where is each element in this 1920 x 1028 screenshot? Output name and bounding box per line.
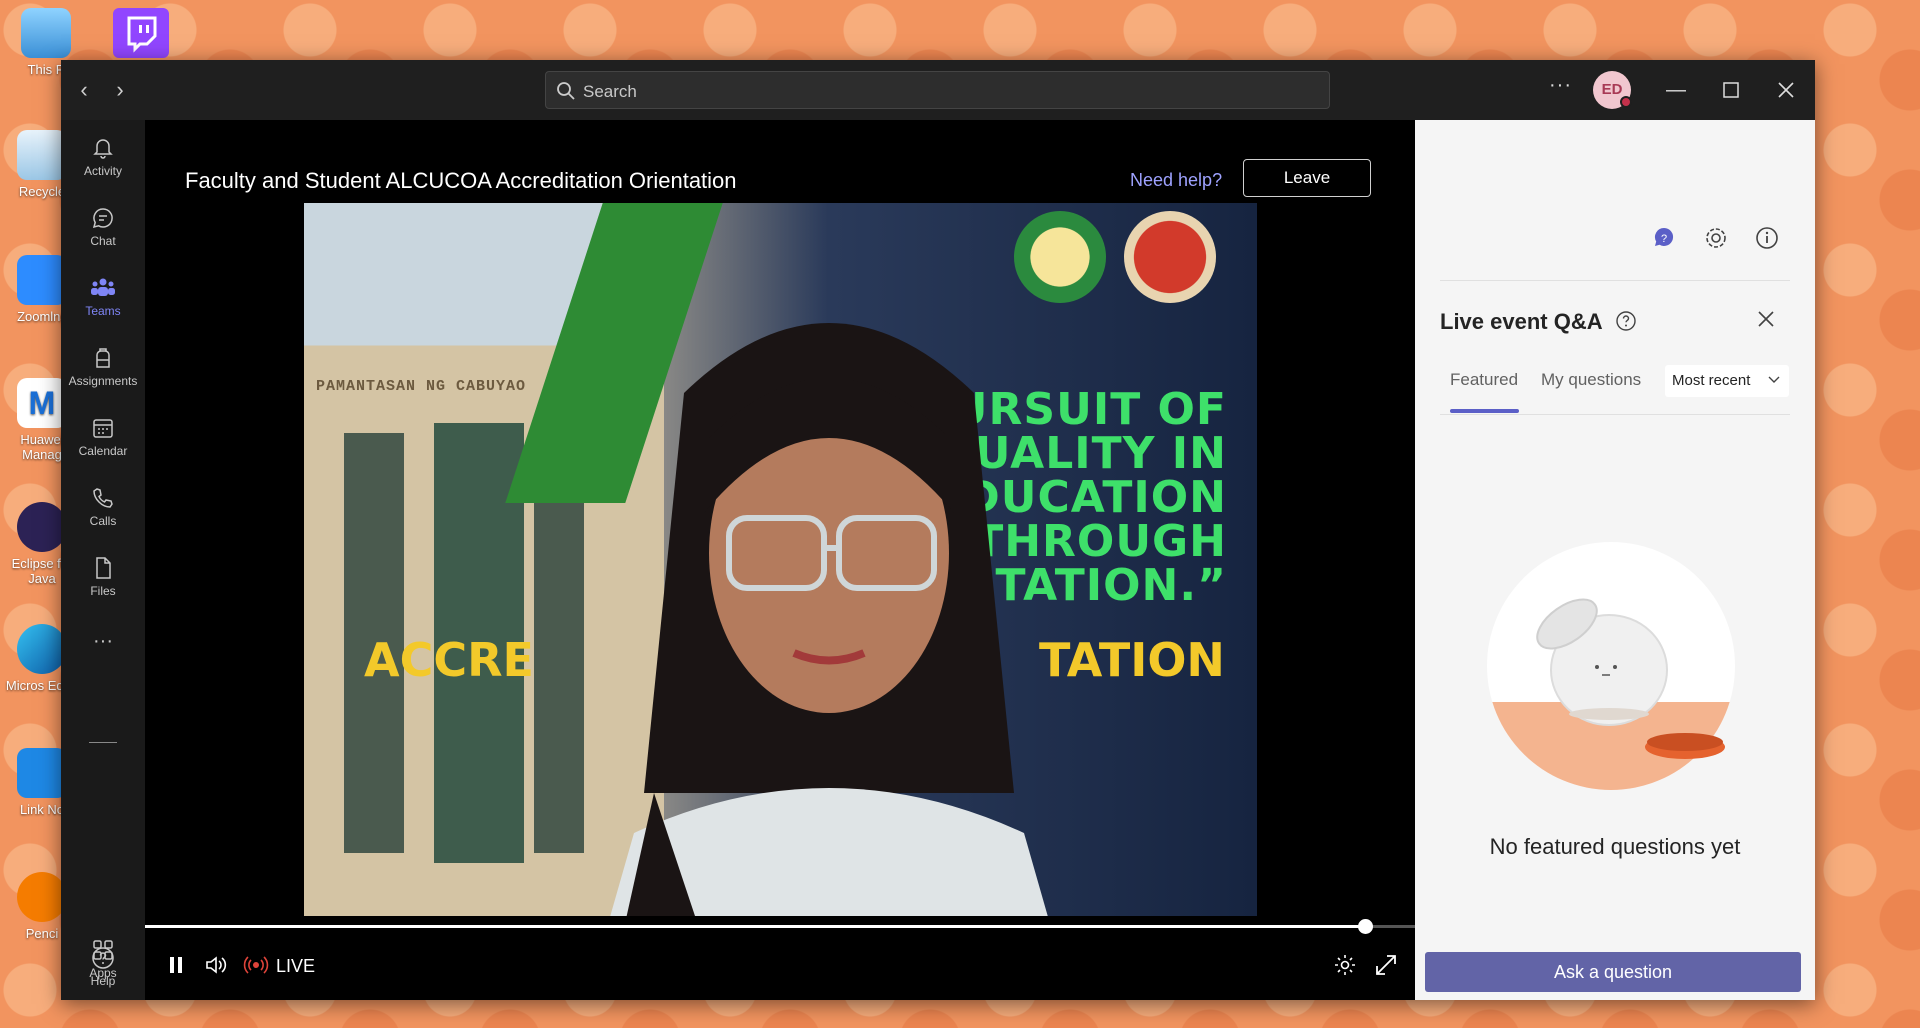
rail-item-calls[interactable]: Calls (61, 480, 145, 542)
banner-text-left: ACCRE (364, 633, 534, 687)
rail-item-help[interactable]: Help (61, 940, 145, 1002)
rail-item-files[interactable]: Files (61, 550, 145, 612)
desktop-icon-label: Recycle (18, 184, 66, 199)
computer-icon (21, 8, 71, 58)
rail-item-activity[interactable]: Activity (61, 130, 145, 192)
live-broadcast-icon (243, 952, 269, 978)
empty-state-text: No featured questions yet (1489, 834, 1741, 859)
search-placeholder: Search (583, 82, 637, 101)
need-help-link[interactable]: Need help? (1130, 170, 1222, 191)
sort-dropdown[interactable]: Most recent (1665, 365, 1789, 397)
rail-item-label: Calendar (78, 444, 128, 458)
qa-tabs-divider (1440, 414, 1790, 415)
rail-item-label: Help (90, 974, 116, 988)
desktop-icon-label: This P (27, 62, 65, 77)
qa-chat-icon[interactable]: ? (1651, 225, 1677, 251)
seek-progress (145, 925, 1365, 928)
phone-icon (93, 488, 113, 508)
ask-question-button[interactable]: Ask a question (1425, 952, 1801, 992)
avatar-initials: ED (1601, 81, 1623, 98)
tab-featured[interactable]: Featured (1450, 370, 1518, 390)
file-icon (96, 557, 111, 579)
rail-item-assignments[interactable]: Assignments (61, 340, 145, 402)
desktop-icon-label: Penci (25, 926, 59, 941)
rail-item-chat[interactable]: Chat (61, 200, 145, 262)
active-tab-indicator (1450, 409, 1519, 413)
rail-item-label: Activity (83, 164, 122, 178)
qa-panel: ? Live event Q&A Featured My questions M… (1415, 120, 1815, 1000)
edge-icon (17, 624, 67, 674)
search-input[interactable]: Search (545, 71, 1330, 109)
teams-icon (91, 278, 115, 296)
pencil-app-icon (17, 872, 67, 922)
leave-button[interactable]: Leave (1243, 159, 1371, 197)
maximize-icon[interactable] (1716, 75, 1746, 105)
pause-icon[interactable] (163, 952, 189, 978)
college-seal-icon (1124, 211, 1216, 303)
rail-item-label: Chat (90, 234, 116, 248)
eclipse-icon (17, 502, 67, 552)
desktop-icon-label: Link No (19, 802, 65, 817)
building-sign: PAMANTASAN NG CABUYAO (316, 378, 527, 395)
seek-handle[interactable] (1358, 919, 1373, 934)
sort-dropdown-value: Most recent (1672, 372, 1751, 389)
zoom-icon (17, 255, 67, 305)
teams-window: ‹ › Search ··· ED — Activity Chat Teams … (61, 60, 1815, 1000)
qa-settings-gear-icon[interactable] (1703, 225, 1729, 251)
rail-item-teams[interactable]: Teams (61, 270, 145, 332)
qa-help-icon[interactable] (1615, 310, 1637, 337)
link-notes-icon (17, 748, 67, 798)
search-icon (557, 82, 575, 100)
more-options-icon[interactable]: ··· (1549, 74, 1572, 97)
recycle-bin-icon (17, 130, 67, 180)
app-rail: Activity Chat Teams Assignments Calendar… (61, 120, 145, 1000)
help-icon (92, 947, 114, 969)
qa-close-icon[interactable] (1755, 308, 1777, 335)
rail-item-label: Calls (89, 514, 117, 528)
svg-text:?: ? (1661, 233, 1667, 245)
rail-divider (89, 742, 117, 743)
fullscreen-icon[interactable] (1373, 952, 1399, 978)
live-label: LIVE (276, 956, 316, 976)
empty-jar-illustration (1487, 542, 1735, 790)
back-arrow-icon[interactable]: ‹ (71, 77, 97, 103)
presenter-person (610, 323, 1048, 916)
chat-icon (92, 208, 113, 229)
backpack-icon (96, 348, 110, 368)
video-player[interactable]: PAMANTASAN NG CABUYAO URSUIT OF QUALITY … (304, 203, 1257, 916)
qa-info-icon[interactable] (1754, 225, 1780, 251)
live-event-stage: Faculty and Student ALCUCOA Accreditatio… (145, 120, 1415, 1000)
chevron-down-icon (1768, 376, 1780, 383)
bell-icon (93, 139, 113, 159)
calendar-icon (93, 419, 113, 438)
forward-arrow-icon[interactable]: › (107, 77, 133, 103)
qa-title: Live event Q&A (1440, 309, 1603, 334)
more-apps-icon[interactable]: ··· (61, 630, 145, 692)
player-controls: LIVE (145, 915, 1415, 1000)
desktop-icon-label: Zoomlns (17, 309, 67, 324)
presence-busy-icon (1620, 96, 1632, 108)
desktop-icon-label: Huawei Manag (20, 432, 64, 462)
huawei-icon: M (17, 378, 67, 428)
rail-item-label: Files (90, 584, 116, 598)
tab-my-questions[interactable]: My questions (1541, 370, 1641, 390)
rail-item-calendar[interactable]: Calendar (61, 410, 145, 472)
minimize-icon[interactable]: — (1661, 75, 1691, 105)
settings-gear-icon[interactable] (1332, 952, 1358, 978)
rail-item-label: Teams (85, 304, 121, 318)
twitch-icon[interactable] (113, 8, 169, 58)
close-icon[interactable] (1771, 75, 1801, 105)
qa-divider (1440, 280, 1790, 281)
banner-text-right: TATION (1039, 633, 1225, 687)
rail-item-label: Assignments (68, 374, 138, 388)
meeting-title: Faculty and Student ALCUCOA Accreditatio… (185, 168, 737, 193)
title-bar: ‹ › Search ··· ED — (61, 60, 1815, 120)
avatar[interactable]: ED (1593, 71, 1632, 109)
volume-icon[interactable] (203, 952, 229, 978)
